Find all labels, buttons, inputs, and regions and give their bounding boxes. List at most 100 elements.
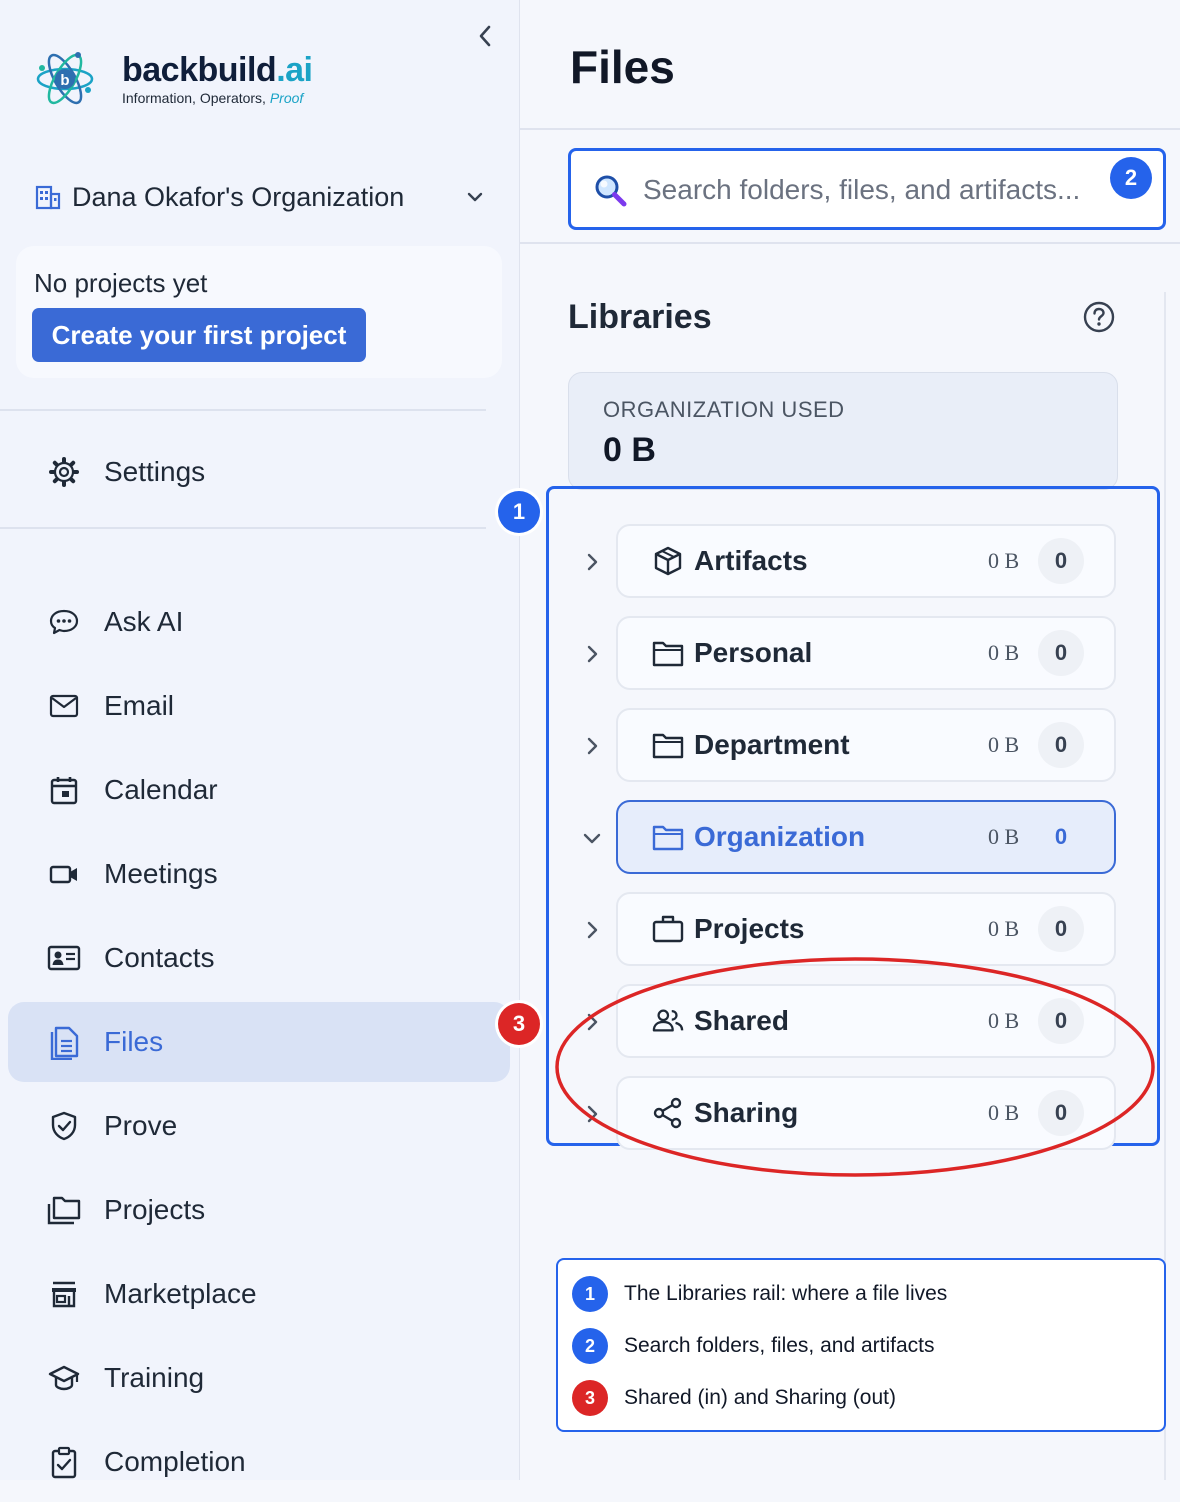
nav-projects-label: Projects bbox=[104, 1194, 206, 1225]
nav-files[interactable]: Files bbox=[8, 1002, 510, 1082]
nav-marketplace-label: Marketplace bbox=[104, 1278, 257, 1309]
mail-icon bbox=[46, 688, 82, 724]
organization-name: Dana Okafor's Organization bbox=[72, 181, 405, 212]
collapse-organization-button[interactable] bbox=[580, 826, 604, 850]
nav-prove-label: Prove bbox=[104, 1110, 178, 1141]
nav-settings-label: Settings bbox=[104, 456, 206, 487]
library-count-badge: 0 bbox=[1054, 824, 1068, 849]
library-count-badge: 0 bbox=[1038, 538, 1084, 584]
sidebar: b backbuild.ai Information, Operators, P… bbox=[0, 0, 520, 1480]
library-count-badge: 0 bbox=[1038, 998, 1084, 1044]
library-count-badge: 0 bbox=[1038, 1090, 1084, 1136]
chevron-down-icon bbox=[583, 833, 601, 844]
library-name: Projects bbox=[694, 913, 805, 944]
expand-shared-button[interactable] bbox=[580, 1010, 604, 1034]
gear-icon bbox=[46, 454, 82, 490]
expand-sharing-button[interactable] bbox=[580, 1102, 604, 1126]
chevron-down-icon bbox=[467, 192, 483, 202]
brand-tagline: Information, Operators, Proof bbox=[122, 90, 304, 106]
nav-marketplace[interactable]: Marketplace bbox=[8, 1254, 510, 1334]
atom-logo-icon: b bbox=[36, 52, 94, 105]
collapse-sidebar-button[interactable] bbox=[472, 22, 498, 50]
library-name: Personal bbox=[694, 637, 813, 668]
nav-settings[interactable]: Settings bbox=[8, 432, 510, 512]
help-circle-icon bbox=[1083, 301, 1115, 333]
chevron-left-icon bbox=[479, 25, 491, 47]
library-count-badge: 0 bbox=[1038, 630, 1084, 676]
chevron-right-icon bbox=[587, 645, 598, 663]
projects-empty-card: No projects yet Create your first projec… bbox=[16, 246, 502, 378]
expand-department-button[interactable] bbox=[580, 734, 604, 758]
library-size: 0 B bbox=[988, 548, 1020, 573]
library-row-personal[interactable]: Personal 0 B 0 bbox=[616, 616, 1116, 690]
clipboard-check-icon bbox=[46, 1444, 82, 1480]
nav-meetings[interactable]: Meetings bbox=[8, 834, 510, 914]
chevron-right-icon bbox=[587, 921, 598, 939]
nav-email[interactable]: Email bbox=[8, 666, 510, 746]
nav-training-label: Training bbox=[104, 1362, 205, 1393]
library-size: 0 B bbox=[988, 1008, 1020, 1033]
annotation-legend: 1 The Libraries rail: where a file lives… bbox=[556, 1258, 1166, 1432]
library-row-projects[interactable]: Projects 0 B 0 bbox=[616, 892, 1116, 966]
libraries-help-button[interactable] bbox=[1082, 300, 1116, 334]
library-name: Shared bbox=[694, 1005, 789, 1036]
search-icon bbox=[595, 175, 627, 207]
nav-completion-label: Completion bbox=[104, 1446, 246, 1477]
nav-files-label: Files bbox=[104, 1026, 164, 1057]
library-size: 0 B bbox=[988, 1100, 1020, 1125]
chevron-right-icon bbox=[587, 1105, 598, 1123]
search-input[interactable] bbox=[641, 163, 1105, 217]
search-box[interactable] bbox=[568, 148, 1166, 230]
library-row-department[interactable]: Department 0 B 0 bbox=[616, 708, 1116, 782]
storefront-icon bbox=[46, 1276, 82, 1312]
calendar-icon bbox=[46, 772, 82, 808]
nav-ask-ai-label: Ask AI bbox=[104, 606, 184, 637]
brand-logo[interactable]: b backbuild.ai Information, Operators, P… bbox=[34, 46, 313, 112]
chevron-right-icon bbox=[587, 737, 598, 755]
brand-name: backbuild.ai bbox=[122, 51, 313, 89]
library-row-sharing[interactable]: Sharing 0 B 0 bbox=[616, 1076, 1116, 1150]
organization-switcher[interactable]: Dana Okafor's Organization bbox=[34, 178, 486, 216]
expand-projects-button[interactable] bbox=[580, 918, 604, 942]
legend-item: 3 Shared (in) and Sharing (out) bbox=[572, 1380, 896, 1416]
nav-contacts-label: Contacts bbox=[104, 942, 215, 973]
expand-personal-button[interactable] bbox=[580, 642, 604, 666]
building-icon bbox=[35, 185, 61, 210]
legend-number: 1 bbox=[572, 1276, 608, 1312]
users-icon bbox=[652, 1005, 684, 1037]
video-camera-icon bbox=[46, 856, 82, 892]
library-size: 0 B bbox=[988, 640, 1020, 665]
main-content: Files 2 Libraries ORGANIZATION USED 0 B … bbox=[498, 0, 1180, 1480]
folder-icon bbox=[652, 821, 684, 853]
library-count-badge: 0 bbox=[1038, 906, 1084, 952]
create-first-project-button[interactable]: Create your first project bbox=[32, 308, 366, 362]
library-name: Artifacts bbox=[694, 545, 808, 576]
nav-ask-ai[interactable]: Ask AI bbox=[8, 582, 510, 662]
cube-icon bbox=[652, 545, 684, 577]
library-row-artifacts[interactable]: Artifacts 0 B 0 bbox=[616, 524, 1116, 598]
expand-artifacts-button[interactable] bbox=[580, 550, 604, 574]
legend-text: Search folders, files, and artifacts bbox=[624, 1334, 935, 1357]
nav-calendar[interactable]: Calendar bbox=[8, 750, 510, 830]
library-size: 0 B bbox=[988, 824, 1020, 849]
nav-prove[interactable]: Prove bbox=[8, 1086, 510, 1166]
library-row-shared[interactable]: Shared 0 B 0 bbox=[616, 984, 1116, 1058]
nav-training[interactable]: Training bbox=[8, 1338, 510, 1418]
search-divider bbox=[520, 242, 1180, 244]
legend-item: 1 The Libraries rail: where a file lives bbox=[572, 1276, 947, 1312]
library-row-organization[interactable]: Organization 0 B 0 bbox=[616, 800, 1116, 874]
nav-completion[interactable]: Completion bbox=[8, 1422, 510, 1502]
annotation-marker-1: 1 bbox=[498, 491, 540, 533]
libraries-title: Libraries bbox=[568, 298, 712, 336]
library-size: 0 B bbox=[988, 916, 1020, 941]
sidebar-divider bbox=[0, 409, 486, 411]
nav-projects[interactable]: Projects bbox=[8, 1170, 510, 1250]
svg-text:b: b bbox=[60, 72, 69, 89]
nav-contacts[interactable]: Contacts bbox=[8, 918, 510, 998]
annotation-marker-3: 3 bbox=[498, 1003, 540, 1045]
document-icon bbox=[46, 1024, 82, 1060]
library-name: Sharing bbox=[694, 1097, 799, 1128]
library-count-badge: 0 bbox=[1038, 722, 1084, 768]
nav-calendar-label: Calendar bbox=[104, 774, 218, 805]
usage-label: ORGANIZATION USED bbox=[603, 397, 845, 422]
